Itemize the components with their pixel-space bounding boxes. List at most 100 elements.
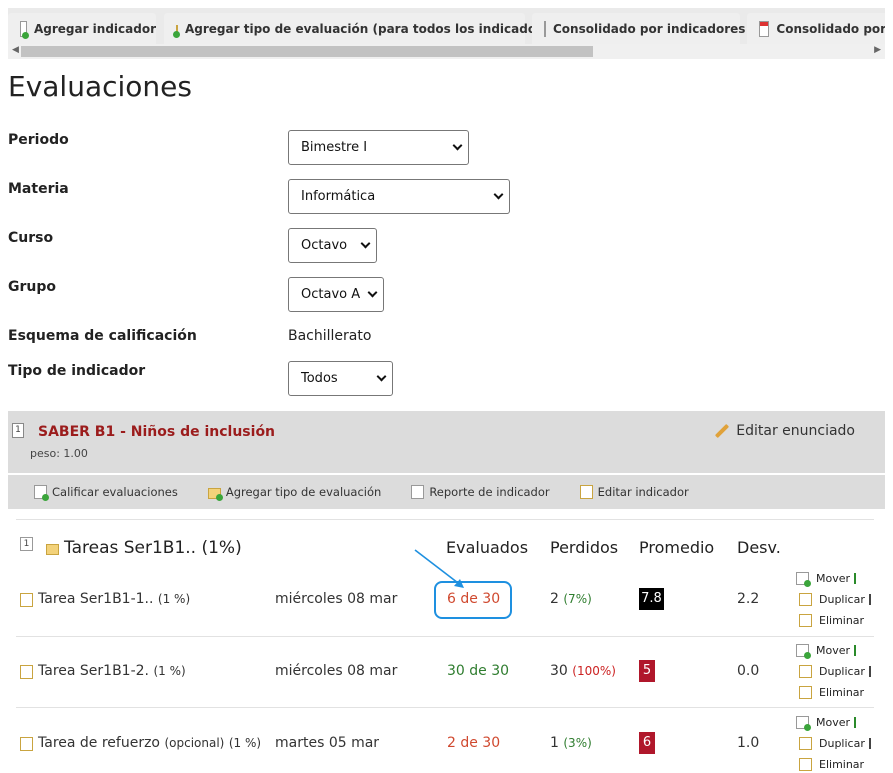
delete-icon: [799, 686, 812, 699]
duplicar-button[interactable]: Duplicar: [799, 593, 871, 606]
editar-indicador-button[interactable]: Editar indicador: [579, 485, 689, 499]
perdidos-value: 30 (100%): [550, 663, 616, 679]
editar-label: Editar indicador: [597, 485, 689, 499]
desv-value: 2.2: [737, 591, 760, 607]
tab-agregar-indicador[interactable]: Agregar indicador: [8, 13, 156, 44]
calificar-label: Calificar evaluaciones: [52, 485, 178, 499]
duplicate-icon: [799, 737, 812, 750]
delete-icon: [799, 614, 812, 627]
agregar-tipo-label: Agregar tipo de evaluación: [225, 485, 382, 499]
indicator-title: SABER B1 - Niños de inclusión: [38, 424, 276, 440]
curso-value: Octavo: [301, 238, 348, 253]
row-divider: [16, 636, 874, 637]
horizontal-scrollbar[interactable]: ◀ ▶: [8, 44, 885, 59]
mover-label: Mover: [816, 572, 851, 585]
tab-strip: Agregar indicador Agregar tipo de evalua…: [8, 8, 885, 44]
separator: [868, 666, 871, 677]
eliminar-label: Eliminar: [819, 614, 865, 627]
duplicar-label: Duplicar: [819, 593, 865, 606]
reporte-indicador-button[interactable]: Reporte de indicador: [411, 485, 550, 499]
task-pct: (1 %): [157, 592, 191, 606]
materia-value: Informática: [301, 189, 376, 204]
move-icon: [796, 716, 811, 731]
periodo-value: Bimestre I: [301, 140, 368, 155]
task-pct: (1 %): [228, 736, 262, 750]
move-icon: [796, 572, 811, 587]
tipo-indicador-value: Todos: [301, 371, 338, 386]
duplicar-button[interactable]: Duplicar: [799, 665, 871, 678]
grupo-label: Grupo: [8, 279, 57, 295]
perdidos-count: 1: [550, 735, 559, 751]
scrollbar-thumb[interactable]: [21, 46, 593, 57]
eliminar-button[interactable]: Eliminar: [799, 686, 864, 699]
header-perdidos: Perdidos: [550, 538, 619, 557]
reporte-label: Reporte de indicador: [429, 485, 550, 499]
evaluados-link[interactable]: 30 de 30: [447, 663, 509, 679]
eliminar-button[interactable]: Eliminar: [799, 758, 864, 771]
tab-consolidado-indicadores[interactable]: Consolidado por indicadores: [532, 13, 745, 44]
header-promedio: Promedio: [639, 538, 715, 557]
table-row-name[interactable]: Tarea de refuerzo (opcional) (1 %): [38, 735, 261, 751]
edit-statement-button[interactable]: Editar enunciado: [714, 423, 855, 439]
separator: [868, 738, 871, 749]
curso-select[interactable]: Octavo: [288, 228, 377, 263]
separator: [868, 594, 871, 605]
eliminar-label: Eliminar: [819, 686, 865, 699]
eliminar-label: Eliminar: [819, 758, 865, 771]
duplicar-label: Duplicar: [819, 665, 865, 678]
materia-label: Materia: [8, 181, 69, 197]
duplicate-icon: [799, 665, 812, 678]
group-title: Tareas Ser1B1.. (1%): [64, 538, 242, 558]
tab-label: Consolidado por pe: [776, 21, 885, 36]
page-title: Evaluaciones: [8, 70, 192, 103]
chevron-down-icon: [360, 238, 371, 249]
tab-label: Agregar tipo de evaluación (para todos l…: [185, 21, 563, 36]
perdidos-count: 30: [550, 663, 568, 679]
grupo-select[interactable]: Octavo A: [288, 277, 384, 312]
duplicar-label: Duplicar: [819, 737, 865, 750]
delete-icon: [799, 758, 812, 771]
mover-button[interactable]: Mover: [796, 716, 857, 731]
chevron-down-icon: [452, 140, 463, 151]
tipo-indicador-label: Tipo de indicador: [8, 363, 146, 379]
scroll-left-icon[interactable]: ◀: [12, 45, 19, 55]
periodo-label: Periodo: [8, 132, 69, 148]
scroll-right-icon[interactable]: ▶: [874, 45, 881, 55]
separator: [854, 645, 857, 656]
desv-value: 1.0: [737, 735, 760, 751]
chevron-down-icon: [367, 287, 378, 298]
tipo-indicador-select[interactable]: Todos: [288, 361, 393, 396]
table-row-name[interactable]: Tarea Ser1B1-1.. (1 %): [38, 591, 190, 607]
perdidos-count: 2: [550, 591, 559, 607]
mover-button[interactable]: Mover: [796, 572, 857, 587]
evaluados-link[interactable]: 2 de 30: [447, 735, 500, 751]
promedio-badge: 5: [639, 660, 655, 682]
agregar-tipo-evaluacion-button[interactable]: Agregar tipo de evaluación: [207, 485, 382, 501]
task-date: miércoles 08 mar: [275, 663, 398, 679]
chevron-down-icon: [376, 371, 387, 382]
table-row-name[interactable]: Tarea Ser1B1-2. (1 %): [38, 663, 186, 679]
materia-select[interactable]: Informática: [288, 179, 510, 214]
task-name: Tarea de refuerzo: [38, 735, 161, 751]
indicator-number-icon: 1: [12, 423, 24, 438]
evaluados-link[interactable]: 6 de 30: [447, 591, 500, 607]
eliminar-button[interactable]: Eliminar: [799, 614, 864, 627]
esquema-label: Esquema de calificación: [8, 328, 197, 344]
tab-label: Consolidado por indicadores: [553, 21, 746, 36]
separator: [854, 573, 857, 584]
task-pct: (1 %): [153, 664, 186, 678]
divider: [16, 519, 874, 520]
task-date: miércoles 08 mar: [275, 591, 398, 607]
calificar-evaluaciones-button[interactable]: Calificar evaluaciones: [34, 485, 178, 501]
tab-agregar-tipo-evaluacion[interactable]: Agregar tipo de evaluación (para todos l…: [164, 13, 563, 44]
mover-label: Mover: [816, 644, 851, 657]
tab-consolidado-periodo[interactable]: Consolidado por pe: [747, 13, 885, 44]
periodo-select[interactable]: Bimestre I: [288, 130, 469, 165]
promedio-badge: 7.8: [639, 588, 664, 610]
duplicar-button[interactable]: Duplicar: [799, 737, 871, 750]
pencil-icon: [715, 423, 730, 439]
move-icon: [796, 644, 811, 659]
mover-button[interactable]: Mover: [796, 644, 857, 659]
perdidos-pct: (3%): [563, 736, 592, 750]
page-icon: [411, 485, 425, 499]
